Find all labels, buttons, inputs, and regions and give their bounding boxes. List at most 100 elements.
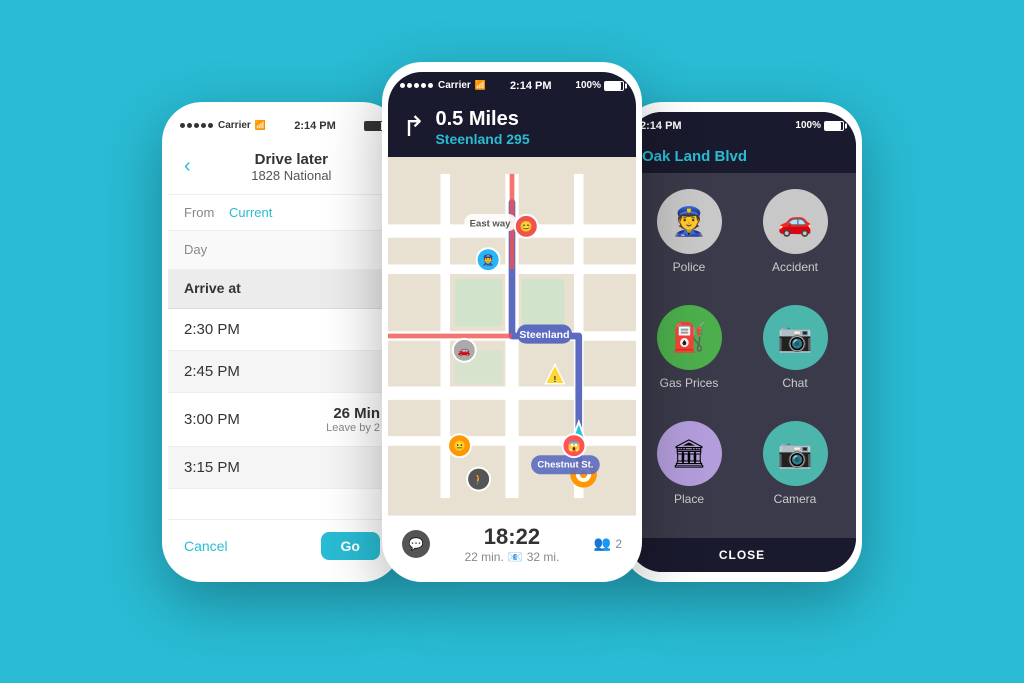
right-header: Oak Land Blvd <box>628 140 856 173</box>
chat-icon: 📷 <box>778 321 813 354</box>
signal-dot-4 <box>201 123 206 128</box>
c-dot-5 <box>428 83 433 88</box>
time-245: 2:45 PM <box>184 363 240 380</box>
time-300-info: 26 Min Leave by 2 <box>326 405 380 434</box>
phone-center: Carrier 📶 2:14 PM 100% ↱ 0.5 Miles <box>382 62 642 582</box>
report-place[interactable]: 🏛 Place <box>644 421 734 521</box>
map-menu-icon[interactable]: 💬 <box>402 530 430 558</box>
phone-left: Carrier 📶 2:14 PM ‹ Drive later 1828 Nat… <box>162 102 402 582</box>
place-icon-circle: 🏛 <box>657 421 722 486</box>
eta-minutes: 22 min. <box>464 550 503 564</box>
go-button[interactable]: Go <box>321 532 380 560</box>
c-dot-3 <box>414 83 419 88</box>
accident-icon: 🚗 <box>778 205 813 238</box>
arrive-at-row: Arrive at <box>168 270 396 309</box>
drive-later-title: Drive later <box>203 151 380 168</box>
center-battery <box>604 81 624 91</box>
center-status-bar: Carrier 📶 2:14 PM 100% <box>388 72 636 100</box>
map-area[interactable]: ! East way Steenland Chestnut St. 👮 😊 😐 <box>388 157 636 515</box>
chat-label: Chat <box>782 376 807 390</box>
right-footer: CLOSE <box>628 538 856 572</box>
time-row-230[interactable]: 2:30 PM <box>168 309 396 351</box>
left-footer: Cancel Go <box>168 519 396 572</box>
report-accident[interactable]: 🚗 Accident <box>750 189 840 289</box>
camera-icon-circle: 📷 <box>763 421 828 486</box>
report-police[interactable]: 👮 Police <box>644 189 734 289</box>
police-label: Police <box>673 260 706 274</box>
c-dot-1 <box>400 83 405 88</box>
users-icon: 👥 <box>594 535 611 552</box>
left-header: ‹ Drive later 1828 National <box>168 140 396 195</box>
report-camera[interactable]: 📷 Camera <box>750 421 840 521</box>
from-label: From <box>184 205 229 220</box>
leave-by-300: Leave by 2 <box>326 422 380 434</box>
chat-icon-circle: 📷 <box>763 305 828 370</box>
users-count: 2 <box>615 537 622 551</box>
signal-dot-1 <box>180 123 185 128</box>
phones-container: Carrier 📶 2:14 PM ‹ Drive later 1828 Nat… <box>162 42 862 642</box>
accident-label: Accident <box>772 260 818 274</box>
report-chat[interactable]: 📷 Chat <box>750 305 840 405</box>
camera-icon: 📷 <box>778 437 813 470</box>
right-street: Oak Land Blvd <box>642 148 842 165</box>
svg-text:Steenland: Steenland <box>519 329 569 340</box>
signal-dot-5 <box>208 123 213 128</box>
map-svg: ! East way Steenland Chestnut St. 👮 😊 😐 <box>388 157 636 515</box>
eta-time: 18:22 <box>464 524 559 550</box>
eta-miles: 32 mi. <box>527 550 560 564</box>
back-button[interactable]: ‹ <box>184 155 191 178</box>
cancel-button[interactable]: Cancel <box>184 538 228 554</box>
svg-text:🚶: 🚶 <box>472 472 485 485</box>
svg-text:👮: 👮 <box>482 253 495 266</box>
close-button[interactable]: CLOSE <box>719 548 765 562</box>
left-wifi-icon: 📶 <box>255 120 266 131</box>
right-battery-pct: 100% <box>795 120 821 131</box>
from-row[interactable]: From Current <box>168 195 396 231</box>
time-300: 3:00 PM <box>184 411 240 428</box>
left-status-bar: Carrier 📶 2:14 PM <box>168 112 396 140</box>
svg-text:East way: East way <box>470 218 511 229</box>
right-status-bar: 2:14 PM 100% <box>628 112 856 140</box>
report-grid: 👮 Police 🚗 Accident ⛽ Gas Prices <box>628 173 856 538</box>
turn-arrow-icon: ↱ <box>402 113 425 141</box>
nav-street: Steenland 295 <box>435 131 529 147</box>
police-icon: 👮 <box>672 205 707 238</box>
arrive-at-label: Arrive at <box>184 280 241 296</box>
svg-text:😊: 😊 <box>520 220 533 233</box>
left-battery <box>364 121 384 131</box>
map-bottom-bar: 💬 18:22 22 min. 📧 32 mi. 👥 2 <box>388 515 636 572</box>
time-row-245[interactable]: 2:45 PM <box>168 351 396 393</box>
svg-text:Chestnut St.: Chestnut St. <box>537 459 593 470</box>
svg-text:!: ! <box>553 373 556 383</box>
day-label: Day <box>184 242 207 257</box>
right-time: 2:14 PM <box>640 120 682 132</box>
svg-text:🚗: 🚗 <box>458 346 471 357</box>
time-row-300[interactable]: 3:00 PM 26 Min Leave by 2 <box>168 393 396 447</box>
report-gas[interactable]: ⛽ Gas Prices <box>644 305 734 405</box>
destination-address: 1828 National <box>203 168 380 183</box>
place-icon: 🏛 <box>671 437 707 470</box>
nav-bar: ↱ 0.5 Miles Steenland 295 <box>388 100 636 157</box>
center-wifi-icon: 📶 <box>475 80 486 91</box>
gas-icon-circle: ⛽ <box>657 305 722 370</box>
right-battery <box>824 121 844 131</box>
from-value: Current <box>229 205 272 220</box>
eta-details: 22 min. 📧 32 mi. <box>464 550 559 564</box>
time-row-315[interactable]: 3:15 PM <box>168 447 396 489</box>
c-dot-2 <box>407 83 412 88</box>
camera-label: Camera <box>774 492 817 506</box>
center-carrier: Carrier <box>438 80 471 91</box>
svg-text:😱: 😱 <box>567 439 580 452</box>
center-battery-pct: 100% <box>575 80 601 91</box>
accident-icon-circle: 🚗 <box>763 189 828 254</box>
left-carrier: Carrier <box>218 120 251 131</box>
gas-label: Gas Prices <box>660 376 719 390</box>
c-dot-4 <box>421 83 426 88</box>
time-230: 2:30 PM <box>184 321 240 338</box>
left-time: 2:14 PM <box>294 120 336 132</box>
place-label: Place <box>674 492 704 506</box>
day-row[interactable]: Day <box>168 231 396 270</box>
signal-dot-3 <box>194 123 199 128</box>
duration-300: 26 Min <box>326 405 380 422</box>
time-315: 3:15 PM <box>184 459 240 476</box>
